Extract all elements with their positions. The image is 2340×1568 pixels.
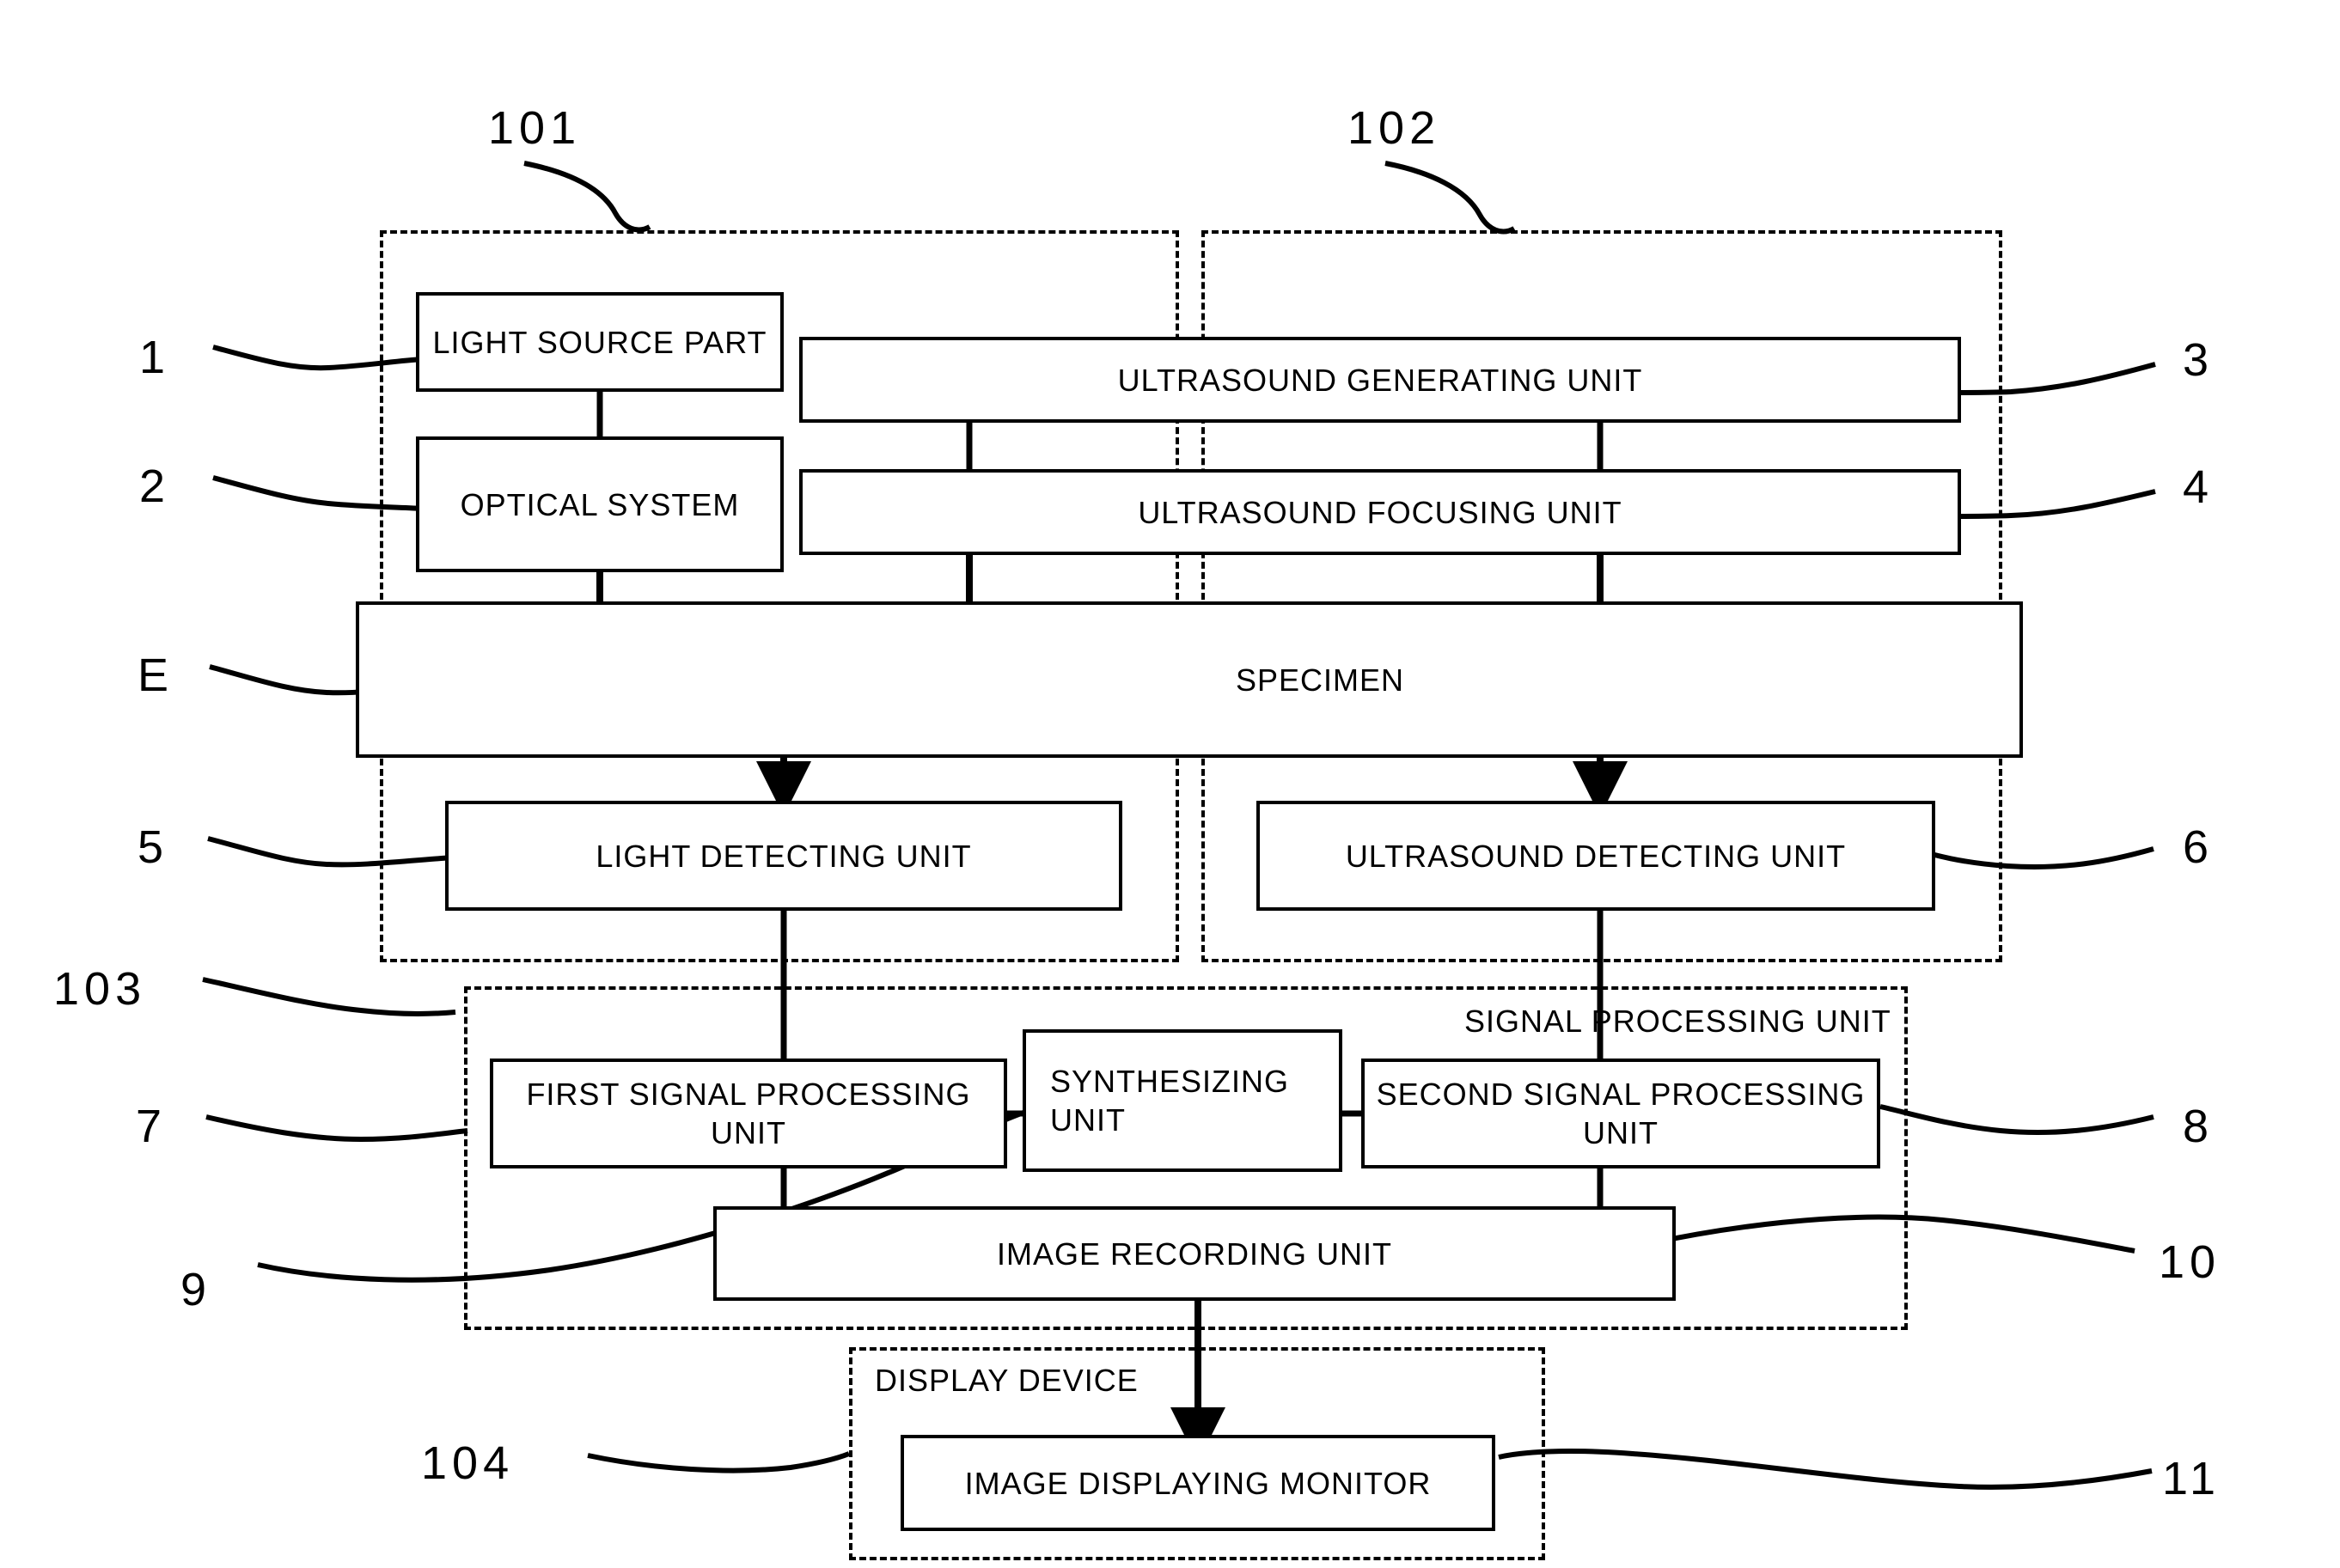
ref-7: 7 xyxy=(136,1101,168,1152)
box-image-displaying-monitor-label: IMAGE DISPLAYING MONITOR xyxy=(964,1465,1432,1501)
box-image-recording-unit-label: IMAGE RECORDING UNIT xyxy=(996,1235,1392,1272)
signal-processing-unit-label: SIGNAL PROCESSING UNIT xyxy=(1464,1004,1891,1039)
box-ultrasound-detecting-unit[interactable]: ULTRASOUND DETECTING UNIT xyxy=(1256,801,1935,911)
box-second-signal-processing-unit-label: SECOND SIGNAL PROCESSING UNIT xyxy=(1376,1077,1866,1150)
ref-5: 5 xyxy=(137,821,169,873)
box-synthesizing-unit[interactable]: SYNTHESIZING UNIT xyxy=(1023,1029,1342,1172)
ref-8: 8 xyxy=(2183,1101,2215,1152)
box-image-displaying-monitor[interactable]: IMAGE DISPLAYING MONITOR xyxy=(901,1435,1495,1531)
box-ultrasound-focusing-unit-label: ULTRASOUND FOCUSING UNIT xyxy=(1138,494,1622,530)
ref-101: 101 xyxy=(488,102,582,154)
box-ultrasound-detecting-unit-label: ULTRASOUND DETECTING UNIT xyxy=(1345,838,1847,874)
ref-2: 2 xyxy=(139,461,171,512)
box-optical-system-label: OPTICAL SYSTEM xyxy=(460,486,740,522)
ref-11: 11 xyxy=(2162,1453,2221,1504)
box-light-source-part-label: LIGHT SOURCE PART xyxy=(432,324,767,360)
box-specimen-label: SPECIMEN xyxy=(1236,662,1405,698)
box-first-signal-processing-unit-label: FIRST SIGNAL PROCESSING UNIT xyxy=(526,1077,971,1150)
box-image-recording-unit[interactable]: IMAGE RECORDING UNIT xyxy=(713,1206,1676,1301)
ref-102: 102 xyxy=(1347,102,1441,154)
box-specimen[interactable]: SPECIMEN xyxy=(356,601,2023,758)
box-optical-system[interactable]: OPTICAL SYSTEM xyxy=(416,436,784,572)
box-ultrasound-generating-unit[interactable]: ULTRASOUND GENERATING UNIT xyxy=(799,337,1961,423)
box-synthesizing-unit-label: SYNTHESIZING UNIT xyxy=(1050,1064,1290,1138)
ref-9: 9 xyxy=(180,1264,212,1315)
ref-e: E xyxy=(137,650,174,701)
ref-104: 104 xyxy=(421,1437,515,1489)
ref-10: 10 xyxy=(2159,1236,2221,1288)
ref-1: 1 xyxy=(139,332,171,383)
box-second-signal-processing-unit[interactable]: SECOND SIGNAL PROCESSING UNIT xyxy=(1361,1059,1880,1168)
box-light-source-part[interactable]: LIGHT SOURCE PART xyxy=(416,292,784,392)
ref-4: 4 xyxy=(2183,461,2215,513)
box-first-signal-processing-unit[interactable]: FIRST SIGNAL PROCESSING UNIT xyxy=(490,1059,1007,1168)
figure-canvas: SIGNAL PROCESSING UNIT DISPLAY DEVICE LI… xyxy=(0,0,2340,1568)
ref-103: 103 xyxy=(53,963,147,1015)
box-light-detecting-unit[interactable]: LIGHT DETECTING UNIT xyxy=(445,801,1122,911)
box-light-detecting-unit-label: LIGHT DETECTING UNIT xyxy=(596,838,972,874)
ref-6: 6 xyxy=(2183,821,2215,873)
ref-3: 3 xyxy=(2183,334,2215,386)
box-ultrasound-generating-unit-label: ULTRASOUND GENERATING UNIT xyxy=(1117,362,1643,398)
display-device-label: DISPLAY DEVICE xyxy=(875,1363,1139,1398)
box-ultrasound-focusing-unit[interactable]: ULTRASOUND FOCUSING UNIT xyxy=(799,469,1961,555)
